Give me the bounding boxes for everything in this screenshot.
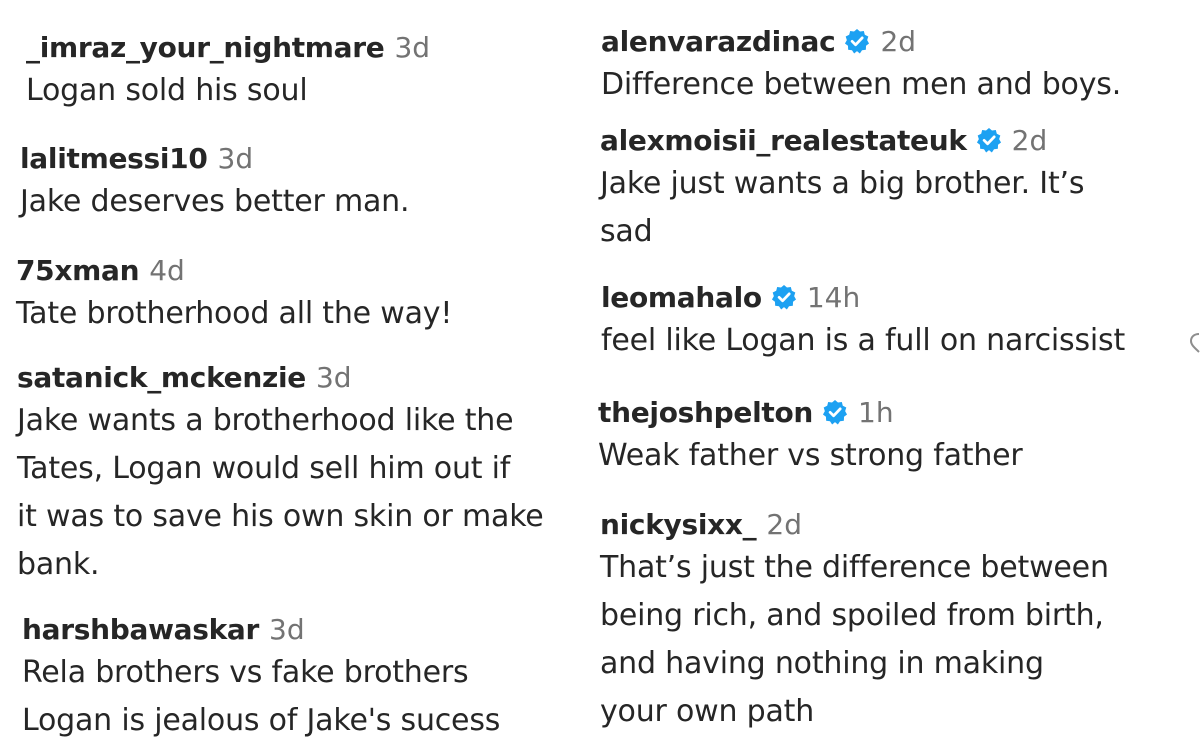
comment-text: Weak father vs strong father bbox=[598, 432, 1023, 480]
comment-header: harshbawaskar 3d bbox=[22, 609, 500, 649]
comment-timestamp[interactable]: 4d bbox=[149, 254, 185, 287]
comment-text-line: bank. bbox=[17, 547, 100, 582]
comment-text: That’s just the difference between being… bbox=[600, 544, 1109, 736]
comment-item: 75xman 4d Tate brotherhood all the way! bbox=[16, 250, 452, 338]
comment-timestamp[interactable]: 3d bbox=[218, 142, 254, 175]
comment-timestamp[interactable]: 3d bbox=[269, 613, 305, 646]
comment-username[interactable]: lalitmessi10 bbox=[20, 142, 208, 175]
comment-text-line: sad bbox=[600, 214, 653, 249]
comment-text-line: Logan sold his soul bbox=[26, 73, 308, 108]
comment-item: _imraz_your_nightmare 3d Logan sold his … bbox=[26, 27, 430, 115]
comment-username[interactable]: alexmoisii_realestateuk bbox=[600, 124, 967, 157]
comment-item: alenvarazdinac 2d Difference between men… bbox=[601, 21, 1121, 109]
comment-timestamp[interactable]: 3d bbox=[316, 361, 352, 394]
comment-item: nickysixx_ 2d That’s just the difference… bbox=[600, 504, 1109, 736]
comment-text-line: your own path bbox=[600, 694, 815, 729]
comment-text-line: Tate brotherhood all the way! bbox=[16, 296, 453, 331]
comment-text-line: Tates, Logan would sell him out if bbox=[17, 451, 511, 486]
comment-text-line: Jake wants a brotherhood like the bbox=[17, 403, 514, 438]
comment-timestamp[interactable]: 2d bbox=[766, 508, 802, 541]
comment-text-line: Logan is jealous of Jake's sucess bbox=[22, 703, 501, 738]
comment-text-line: it was to save his own skin or make bbox=[17, 499, 544, 534]
comment-text: Jake just wants a big brother. It’s sad bbox=[600, 160, 1084, 256]
comment-item: alexmoisii_realestateuk 2d Jake just wan… bbox=[600, 120, 1084, 256]
comment-username[interactable]: _imraz_your_nightmare bbox=[26, 31, 385, 64]
comment-header: 75xman 4d bbox=[16, 250, 452, 290]
comment-username[interactable]: 75xman bbox=[16, 254, 140, 287]
comment-timestamp[interactable]: 2d bbox=[1012, 124, 1048, 157]
comment-header: alenvarazdinac 2d bbox=[601, 21, 1121, 61]
comment-text-line: Jake just wants a big brother. It’s bbox=[600, 166, 1085, 201]
comment-text-line: being rich, and spoiled from birth, bbox=[600, 598, 1104, 633]
comment-header: _imraz_your_nightmare 3d bbox=[26, 27, 430, 67]
comment-header: lalitmessi10 3d bbox=[20, 138, 409, 178]
comment-username[interactable]: alenvarazdinac bbox=[601, 25, 836, 58]
comment-text-line: Jake deserves better man. bbox=[20, 184, 410, 219]
comment-text-line: That’s just the difference between bbox=[600, 550, 1109, 585]
like-heart-icon[interactable] bbox=[1188, 332, 1200, 354]
verified-badge-icon bbox=[823, 399, 848, 425]
comment-header: alexmoisii_realestateuk 2d bbox=[600, 120, 1084, 160]
comment-text: feel like Logan is a full on narcissist bbox=[601, 317, 1125, 365]
comment-timestamp[interactable]: 3d bbox=[394, 31, 430, 64]
comment-text: Jake wants a brotherhood like the Tates,… bbox=[17, 397, 544, 589]
comment-text-line: feel like Logan is a full on narcissist bbox=[601, 323, 1126, 358]
comment-item: satanick_mckenzie 3d Jake wants a brothe… bbox=[17, 357, 544, 589]
comment-header: nickysixx_ 2d bbox=[600, 504, 1109, 544]
comment-timestamp[interactable]: 2d bbox=[880, 25, 916, 58]
comment-timestamp[interactable]: 1h bbox=[858, 396, 894, 429]
comment-text-line: and having nothing in making bbox=[600, 646, 1044, 681]
comment-item: lalitmessi10 3d Jake deserves better man… bbox=[20, 138, 410, 226]
comment-item: leomahalo 14h feel like Logan is a full … bbox=[601, 277, 1125, 365]
comment-username[interactable]: nickysixx_ bbox=[600, 508, 757, 541]
comment-text-line: Difference between men and boys. bbox=[601, 67, 1122, 102]
comment-text: Logan sold his soul bbox=[26, 67, 430, 115]
comment-header: leomahalo 14h bbox=[601, 277, 1125, 317]
comment-text: Difference between men and boys. bbox=[601, 61, 1121, 109]
comment-username[interactable]: satanick_mckenzie bbox=[17, 361, 306, 394]
comment-item: thejoshpelton 1h Weak father vs strong f… bbox=[598, 392, 1023, 480]
comment-item: harshbawaskar 3d Rela brothers vs fake b… bbox=[22, 609, 500, 745]
comment-text: Tate brotherhood all the way! bbox=[16, 290, 452, 338]
verified-badge-icon bbox=[771, 284, 796, 310]
comment-username[interactable]: leomahalo bbox=[601, 281, 762, 314]
comment-timestamp[interactable]: 14h bbox=[807, 281, 860, 314]
comment-text: Jake deserves better man. bbox=[20, 178, 410, 226]
comment-text: Rela brothers vs fake brothers Logan is … bbox=[22, 649, 500, 745]
comment-text-line: Weak father vs strong father bbox=[598, 438, 1023, 473]
verified-badge-icon bbox=[845, 28, 870, 54]
comment-header: thejoshpelton 1h bbox=[598, 392, 1023, 432]
comment-text-line: Rela brothers vs fake brothers bbox=[22, 655, 469, 690]
comment-username[interactable]: thejoshpelton bbox=[598, 396, 813, 429]
verified-badge-icon bbox=[976, 127, 1001, 153]
comment-username[interactable]: harshbawaskar bbox=[22, 613, 259, 646]
comment-header: satanick_mckenzie 3d bbox=[17, 357, 544, 397]
